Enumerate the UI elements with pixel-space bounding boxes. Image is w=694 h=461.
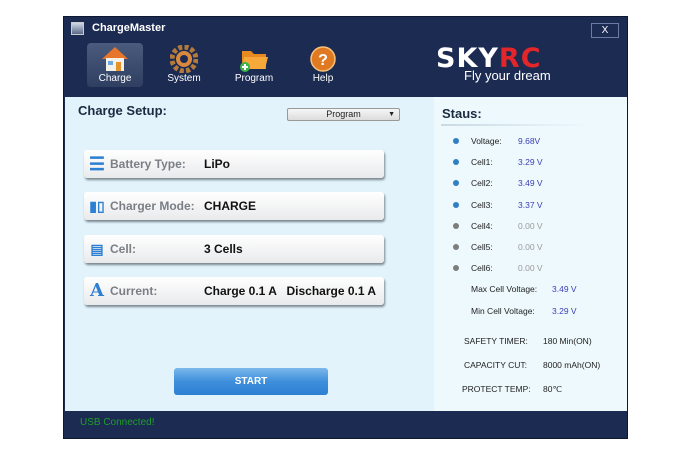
charger-mode-row[interactable]: ▮▯ Charger Mode: CHARGE xyxy=(84,192,384,220)
status-value: 0.00 V xyxy=(518,220,543,231)
close-button[interactable]: X xyxy=(591,23,619,38)
cell-row[interactable]: ▤ Cell: 3 Cells xyxy=(84,235,384,263)
house-icon xyxy=(102,47,128,71)
protect-temp-label: PROTECT TEMP: xyxy=(462,384,531,394)
current-row[interactable]: A Current: Charge 0.1 A Discharge 0.1 A xyxy=(84,277,384,305)
status-panel: Staus: Voltage: 9.68V Cell1: 3.29 V Cell… xyxy=(434,97,627,411)
app-icon xyxy=(71,22,84,35)
current-icon: A xyxy=(90,280,104,301)
status-indicator-icon xyxy=(453,222,459,229)
charge-setup-title: Charge Setup: xyxy=(78,103,167,118)
row-label: Cell: xyxy=(110,242,137,256)
status-indicator-icon xyxy=(453,138,459,144)
status-indicator-icon xyxy=(453,201,459,208)
capacity-cut-value: 8000 mAh(ON) xyxy=(543,360,601,370)
protect-temp-value: 80℃ xyxy=(543,384,563,394)
help-icon: ? xyxy=(310,46,336,72)
gear-icon xyxy=(170,45,198,73)
toolbar-label: System xyxy=(167,73,201,84)
status-title: Staus: xyxy=(442,106,482,121)
capacity-cut-label: CAPACITY CUT: xyxy=(464,360,527,370)
min-cell-label: Min Cell Voltage: xyxy=(471,306,535,316)
status-label: Cell5: xyxy=(471,242,493,252)
skyrc-logo: SKYRC Fly your dream xyxy=(436,43,551,83)
status-value: 3.49 V xyxy=(518,178,543,189)
row-label: Current: xyxy=(110,284,158,298)
chevron-down-icon: ▼ xyxy=(388,111,395,118)
toolbar-label: Help xyxy=(312,73,334,84)
row-value: LiPo xyxy=(204,157,230,171)
min-cell-value: 3.29 V xyxy=(552,306,577,316)
svg-text:?: ? xyxy=(318,52,328,69)
status-value: 0.00 V xyxy=(518,242,543,252)
dropdown-value: Program xyxy=(326,109,361,119)
divider xyxy=(441,124,591,126)
folder-add-icon xyxy=(240,51,268,72)
status-value: 9.68V xyxy=(518,136,541,146)
toolbar-charge[interactable]: Charge xyxy=(87,43,143,87)
toolbar-label: Program xyxy=(234,73,274,84)
toolbar-label: Charge xyxy=(98,73,132,84)
status-value: 0.00 V xyxy=(518,263,543,274)
row-label: Charger Mode: xyxy=(110,199,195,213)
row-label: Battery Type: xyxy=(110,157,186,171)
program-dropdown[interactable]: Program ▼ xyxy=(287,108,400,121)
battery-type-row[interactable]: ☰ Battery Type: LiPo xyxy=(84,150,384,178)
charge-setup-panel: Charge Setup: Program ▼ ☰ Battery Type: L… xyxy=(65,97,434,411)
chargemaster-window: ChargeMaster X Charge System Program ? H… xyxy=(63,16,628,439)
status-label: Voltage: xyxy=(471,136,502,146)
toolbar-program[interactable]: Program xyxy=(226,43,282,87)
status-indicator-icon xyxy=(453,244,459,250)
row-value: Charge 0.1 A Discharge 0.1 A xyxy=(204,284,377,298)
status-value: 3.29 V xyxy=(518,157,543,168)
row-value: CHARGE xyxy=(204,199,257,213)
row-value: 3 Cells xyxy=(204,242,243,256)
logo-tagline: Fly your dream xyxy=(464,68,551,83)
window-title: ChargeMaster xyxy=(92,22,166,34)
toolbar-system[interactable]: System xyxy=(156,43,212,87)
status-label: Cell4: xyxy=(471,220,493,231)
cells-icon: ▤ xyxy=(90,241,104,257)
safety-timer-label: SAFETY TIMER: xyxy=(464,336,528,346)
max-cell-label: Max Cell Voltage: xyxy=(471,284,538,294)
status-value: 3.37 V xyxy=(518,199,543,210)
status-label: Cell3: xyxy=(471,199,493,210)
start-button[interactable]: START xyxy=(174,368,328,395)
max-cell-value: 3.49 V xyxy=(552,284,577,294)
safety-timer-value: 180 Min(ON) xyxy=(543,336,592,346)
status-label: Cell1: xyxy=(471,157,493,168)
usb-status: USB Connected! xyxy=(80,417,155,428)
toolbar-help[interactable]: ? Help xyxy=(295,43,351,87)
status-indicator-icon xyxy=(453,265,459,272)
status-indicator-icon xyxy=(453,180,459,187)
status-label: Cell2: xyxy=(471,178,493,189)
status-indicator-icon xyxy=(453,159,459,166)
status-label: Cell6: xyxy=(471,263,493,274)
list-icon: ☰ xyxy=(88,154,106,174)
battery-icon: ▮▯ xyxy=(89,198,105,214)
